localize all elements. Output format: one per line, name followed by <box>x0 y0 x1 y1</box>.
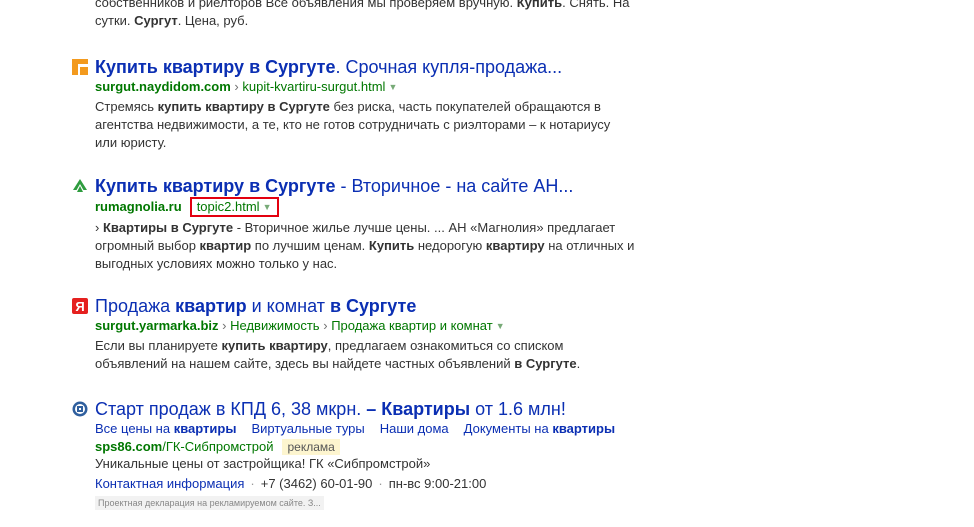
result-snippet: Уникальные цены от застройщика! ГК «Сибп… <box>95 456 431 471</box>
magnolia-favicon-icon <box>73 179 87 192</box>
search-result: Купить квартиру в Сургуте - Вторичное - … <box>73 175 635 273</box>
search-result: Я Продажа квартир и комнат в Сургуте sur… <box>72 295 635 373</box>
sitelink-our-houses[interactable]: Наши дома <box>380 421 449 436</box>
result-host[interactable]: surgut.yarmarka.biz <box>95 318 219 333</box>
breadcrumb-realty[interactable]: Недвижимость <box>230 318 319 333</box>
chevron-down-icon[interactable]: ▼ <box>496 321 505 331</box>
ad-disclaimer: Проектная декларация на рекламируемом са… <box>95 496 324 510</box>
result-host[interactable]: sps86.com <box>95 439 162 454</box>
result-snippet: Если вы планируете купить квартиру, пред… <box>95 338 581 371</box>
naydidom-favicon-icon <box>72 59 88 75</box>
result-title-link[interactable]: Продажа квартир и комнат в Сургуте <box>95 295 635 317</box>
ad-contacts: Контактная информация · +7 (3462) 60-01-90… <box>95 476 487 491</box>
result-path[interactable]: topic2.html <box>197 199 260 214</box>
partial-result-snippet: собственников и риелторов Все объявления… <box>95 0 635 30</box>
contact-info-link[interactable]: Контактная информация <box>95 476 244 491</box>
result-url[interactable]: rumagnolia.ru topic2.html ▼ <box>95 197 635 217</box>
result-snippet: › Квартиры в Сургуте - Вторичное жилье л… <box>95 220 635 271</box>
phone-number: +7 (3462) 60-01-90 <box>260 476 373 491</box>
yandex-favicon-icon: Я <box>72 298 88 314</box>
chevron-down-icon[interactable]: ▼ <box>388 82 397 92</box>
result-host[interactable]: surgut.naydidom.com <box>95 79 231 94</box>
sibpromstroy-favicon-icon <box>72 401 88 417</box>
ad-badge: реклама <box>282 439 340 455</box>
result-host[interactable]: rumagnolia.ru <box>95 199 182 214</box>
svg-text:Я: Я <box>75 299 84 314</box>
sitelink-prices[interactable]: Все цены на квартиры <box>95 421 236 436</box>
sitelink-virtual-tours[interactable]: Виртуальные туры <box>251 421 364 436</box>
working-hours: пн-вс 9:00-21:00 <box>388 476 487 491</box>
result-snippet: собственников и риелторов Все объявления… <box>95 0 630 28</box>
search-result: Купить квартиру в Сургуте. Срочная купля… <box>72 56 635 152</box>
result-title-link[interactable]: Купить квартиру в Сургуте. Срочная купля… <box>95 56 635 78</box>
chevron-down-icon[interactable]: ▼ <box>263 202 272 212</box>
highlighted-path-box: topic2.html ▼ <box>189 197 280 217</box>
sitelinks: Все цены на квартиры Виртуальные туры Наши… <box>95 420 635 438</box>
sitelink-documents[interactable]: Документы на квартиры <box>464 421 615 436</box>
result-snippet: Стремясь купить квартиру в Сургуте без р… <box>95 99 611 150</box>
result-title-link[interactable]: Купить квартиру в Сургуте - Вторичное - … <box>95 175 635 197</box>
result-path[interactable]: kupit-kvartiru-surgut.html <box>242 79 385 94</box>
result-url[interactable]: surgut.yarmarka.biz › Недвижимость › Про… <box>95 317 635 335</box>
breadcrumb-sale[interactable]: Продажа квартир и комнат <box>331 318 493 333</box>
result-url[interactable]: sps86.com/ГК-Сибпромстрой реклама <box>95 438 635 455</box>
search-results-page: собственников и риелторов Все объявления… <box>0 0 974 527</box>
result-title-link[interactable]: Старт продаж в КПД 6, 38 мкрн. – Квартир… <box>95 398 635 420</box>
result-url[interactable]: surgut.naydidom.com › kupit-kvartiru-sur… <box>95 78 635 96</box>
ad-result: Старт продаж в КПД 6, 38 мкрн. – Квартир… <box>72 398 635 511</box>
result-path[interactable]: /ГК-Сибпромстрой <box>162 439 273 454</box>
